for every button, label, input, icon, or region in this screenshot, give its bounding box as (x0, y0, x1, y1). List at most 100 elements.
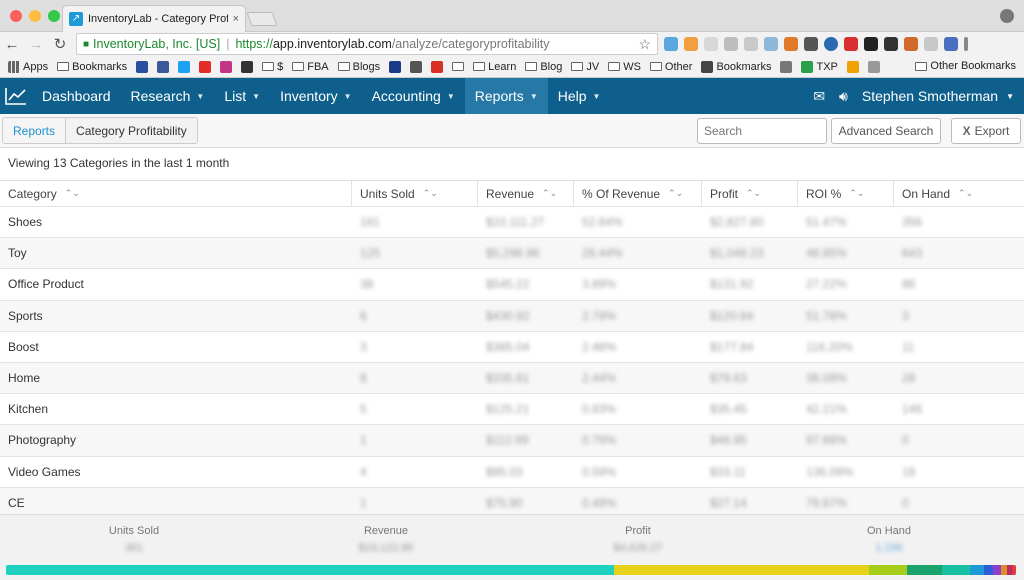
bookmark-item[interactable]: Bookmarks (701, 60, 771, 73)
user-menu[interactable]: Stephen Smotherman ▼ (862, 88, 1014, 104)
table-row[interactable]: Sports 6 $430.92 2.79% $120.84 51.78% 3 (0, 300, 1024, 332)
bookmark-item[interactable] (178, 60, 191, 73)
table-header: Category ⌃⌄ Units Sold ⌃⌄ Revenue ⌃⌄% Of Reve… (0, 180, 1024, 207)
extension-icon[interactable] (944, 37, 958, 51)
search-input[interactable] (697, 118, 827, 144)
bookmark-item[interactable] (157, 60, 170, 73)
volume-icon[interactable]: 🔊︎ (839, 88, 848, 105)
breadcrumb-reports-link[interactable]: Reports (3, 118, 67, 143)
nav-research[interactable]: Research ▼ (121, 78, 215, 114)
bookmark-item[interactable] (389, 60, 402, 73)
extension-icon[interactable] (744, 37, 758, 51)
revenue-bar-segment[interactable] (941, 565, 970, 575)
advanced-search-button[interactable]: Advanced Search (831, 118, 941, 144)
bookmark-item[interactable]: TXP (801, 60, 838, 73)
column-header[interactable]: % Of Revenue ⌃⌄ (574, 181, 702, 206)
column-header[interactable]: Revenue ⌃⌄ (478, 181, 574, 206)
extension-icon[interactable] (684, 37, 698, 51)
other-bookmarks-label: Other Bookmarks (930, 60, 1016, 72)
extension-icon[interactable] (924, 37, 938, 51)
close-window-button[interactable] (10, 10, 22, 22)
bookmark-item[interactable]: $ (262, 61, 283, 73)
column-header[interactable]: On Hand ⌃⌄ (894, 181, 1024, 206)
bookmark-item[interactable] (846, 60, 859, 73)
column-header[interactable]: Profit ⌃⌄ (702, 181, 798, 206)
export-button[interactable]: X Export (951, 118, 1021, 144)
extension-icon[interactable] (664, 37, 678, 51)
bookmark-item[interactable] (136, 60, 149, 73)
table-row[interactable]: Kitchen 5 $125.21 0.83% $35.45 42.21% 146 (0, 394, 1024, 426)
table-row[interactable]: Video Games 4 $95.03 0.59% $33.11 136.09% 18 (0, 457, 1024, 488)
table-cell: 11 (902, 339, 915, 354)
revenue-bar-segment[interactable] (969, 565, 984, 575)
bookmark-item[interactable]: Learn (473, 61, 516, 73)
extension-icon[interactable] (724, 37, 738, 51)
maximize-window-button[interactable] (48, 10, 60, 22)
table-row[interactable]: Toy 125 $5,298.96 28.44% $1,048.23 48.85% 643 (0, 238, 1024, 270)
extension-icon[interactable] (764, 37, 778, 51)
bookmark-item[interactable] (241, 60, 254, 73)
bookmark-item[interactable]: Blog (525, 61, 562, 73)
forward-arrow-icon[interactable]: → (24, 36, 48, 53)
bookmark-item[interactable] (780, 60, 793, 73)
extension-icon[interactable] (784, 37, 798, 51)
column-header[interactable]: Category ⌃⌄ (0, 181, 352, 206)
extension-icon[interactable] (844, 37, 858, 51)
table-cell: 4 (360, 464, 367, 479)
bookmark-item[interactable] (220, 60, 233, 73)
bookmark-item[interactable] (452, 62, 465, 71)
menu-icon[interactable] (964, 37, 968, 51)
table-row[interactable]: Office Product 38 $545.22 3.89% $131.92 27.22… (0, 269, 1024, 301)
bookmark-item[interactable]: Bookmarks (57, 61, 127, 73)
extension-icon[interactable] (824, 37, 838, 51)
revenue-bar-segment[interactable] (983, 565, 993, 575)
bookmark-item[interactable]: FBA (292, 61, 329, 73)
reload-icon[interactable]: ↻ (48, 35, 72, 53)
browser-tab[interactable]: ↗ InventoryLab - Category Profit × (62, 5, 246, 32)
sort-icon: ⌃⌄ (422, 188, 438, 198)
inventorylab-logo-icon[interactable] (0, 78, 32, 114)
minimize-window-button[interactable] (29, 10, 41, 22)
nav-help[interactable]: Help ▼ (548, 78, 611, 114)
back-arrow-icon[interactable]: ← (0, 36, 24, 53)
table-row[interactable]: Home 8 $335.81 2.44% $79.63 38.09% 28 (0, 362, 1024, 395)
bookmark-item[interactable]: Apps (8, 60, 48, 73)
bookmark-star-icon[interactable]: ☆ (638, 36, 651, 53)
table-row[interactable]: Boost 3 $385.04 2.48% $177.84 116.20% 11 (0, 332, 1024, 363)
other-bookmarks[interactable]: Other Bookmarks (915, 60, 1016, 72)
bookmark-item[interactable] (199, 60, 212, 73)
bookmark-item[interactable] (431, 60, 444, 73)
bookmark-item[interactable]: Other (649, 61, 692, 73)
new-tab-button[interactable] (246, 12, 278, 26)
table-row[interactable]: Shoes 161 $10,111.27 52.84% $2,827.80 51.47% 3… (0, 207, 1024, 239)
address-bar[interactable]: ■ InventoryLab, Inc. [US] | https:// app… (76, 33, 658, 55)
revenue-bar-segment[interactable] (1011, 565, 1016, 575)
extension-icon[interactable] (704, 37, 718, 51)
bookmark-item[interactable] (410, 60, 423, 73)
extension-icon[interactable] (904, 37, 918, 51)
nav-inventory[interactable]: Inventory ▼ (270, 78, 362, 114)
profile-icon[interactable] (1000, 9, 1014, 23)
revenue-bar-segment[interactable] (992, 565, 1001, 575)
tab-close-icon[interactable]: × (233, 13, 239, 25)
bookmark-item[interactable]: JV (571, 61, 599, 73)
extension-icon[interactable] (804, 37, 818, 51)
nav-dashboard[interactable]: Dashboard (32, 78, 121, 114)
bookmark-item[interactable]: Blogs (337, 61, 380, 73)
table-row[interactable]: Photography 1 $112.99 0.79% $48.95 97.88% 0 (0, 425, 1024, 457)
extension-icon[interactable] (884, 37, 898, 51)
nav-reports[interactable]: Reports ▼ (464, 78, 548, 114)
extension-icon[interactable] (864, 37, 878, 51)
revenue-bar-segment[interactable] (6, 565, 614, 575)
revenue-bar-segment[interactable] (868, 565, 907, 575)
column-header[interactable]: Units Sold ⌃⌄ (352, 181, 478, 206)
revenue-bar-segment[interactable] (906, 565, 942, 575)
nav-list[interactable]: List ▼ (214, 78, 270, 114)
bookmark-item[interactable] (867, 60, 880, 73)
column-header[interactable]: ROI % ⌃⌄ (798, 181, 894, 206)
total-units-value: 361 (124, 542, 144, 554)
bookmark-item[interactable]: WS (608, 61, 641, 73)
revenue-bar-segment[interactable] (613, 565, 869, 575)
nav-accounting[interactable]: Accounting ▼ (362, 78, 465, 114)
mail-icon[interactable]: ✉ (813, 88, 825, 105)
